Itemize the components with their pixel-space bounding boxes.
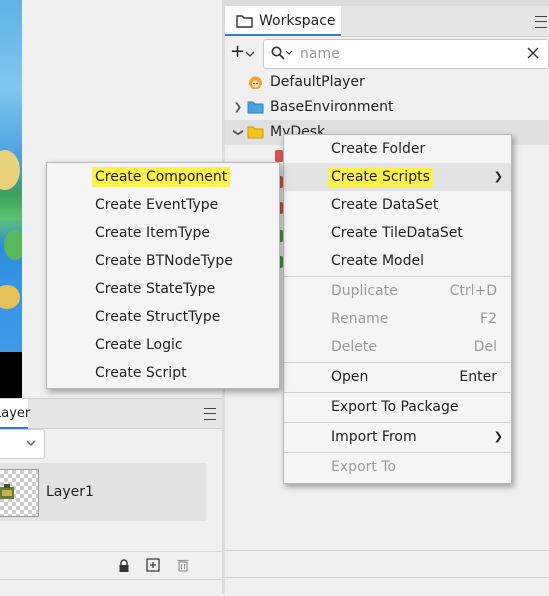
hamburger-icon	[204, 408, 216, 420]
add-layer-icon[interactable]	[146, 558, 160, 572]
menu-item-create-model[interactable]: Create Model	[284, 247, 511, 275]
menu-item-create-tiledataset[interactable]: Create TileDataSet	[284, 219, 511, 247]
menu-item-label: Create Folder	[331, 141, 426, 157]
folder-blue-icon	[247, 101, 264, 114]
menu-item-create-dataset[interactable]: Create DataSet	[284, 191, 511, 219]
context-menu: Create Folder Create Scripts ❯ Create Da…	[283, 134, 512, 484]
chevron-down-icon	[245, 51, 255, 57]
add-icon: +	[230, 41, 246, 62]
menu-item-label: Export To Package	[331, 399, 459, 415]
menu-item-create-folder[interactable]: Create Folder	[284, 135, 511, 163]
layer-row[interactable]: Layer1	[0, 463, 206, 521]
layer-panel-header	[28, 399, 222, 429]
menu-item-label: Create EventType	[95, 197, 219, 213]
menu-item-export-to[interactable]: Export To	[284, 453, 511, 481]
tree-item-baseenvironment[interactable]: ❯ BaseEnvironment	[225, 95, 549, 120]
child-item-icon	[275, 150, 283, 162]
menu-item-duplicate[interactable]: Duplicate Ctrl+D	[284, 277, 511, 305]
layer-filter-dropdown[interactable]	[0, 429, 45, 459]
menu-item-label: Import From	[331, 429, 417, 445]
menu-item-import-from[interactable]: Import From ❯	[284, 423, 511, 451]
tree-item-label: DefaultPlayer	[270, 74, 365, 90]
submenu-item-create-itemtype[interactable]: Create ItemType	[47, 219, 279, 247]
menu-item-shortcut: Ctrl+D	[449, 283, 497, 299]
divider	[225, 577, 549, 578]
menu-item-label: Create Model	[331, 253, 425, 269]
submenu-arrow-icon: ❯	[493, 170, 503, 183]
folder-yellow-icon	[247, 126, 264, 139]
menu-item-label: Create Component	[92, 167, 231, 187]
hamburger-icon	[535, 16, 547, 28]
add-button[interactable]: +	[230, 41, 258, 65]
menu-item-label: Create StructType	[95, 309, 221, 325]
menu-item-label: Open	[331, 369, 369, 385]
workspace-header	[341, 6, 549, 37]
layer-panel: Layer Layer1	[0, 398, 222, 596]
clear-search-icon[interactable]	[527, 47, 539, 59]
workspace-tab-label: Workspace	[259, 13, 336, 29]
tree-item-label: BaseEnvironment	[270, 99, 394, 115]
layer-toolbar	[0, 551, 222, 580]
submenu-arrow-icon: ❯	[493, 430, 503, 443]
expand-arrow-icon[interactable]: ❯	[233, 95, 243, 120]
menu-item-label: Create DataSet	[331, 197, 439, 213]
map-canvas[interactable]	[0, 0, 22, 352]
layer-name: Layer1	[46, 484, 94, 500]
player-icon	[249, 76, 262, 89]
menu-item-label: Create ItemType	[95, 225, 210, 241]
search-icon[interactable]	[271, 46, 285, 60]
menu-item-label: Create TileDataSet	[331, 225, 463, 241]
menu-item-label: Create BTNodeType	[95, 253, 233, 269]
submenu-item-create-structtype[interactable]: Create StructType	[47, 303, 279, 331]
tab-layer[interactable]: Layer	[0, 399, 31, 429]
tab-workspace[interactable]: Workspace	[225, 6, 341, 36]
workspace-statusbar	[225, 550, 549, 595]
submenu-item-create-eventtype[interactable]: Create EventType	[47, 191, 279, 219]
menu-item-label: Delete	[331, 339, 377, 355]
menu-item-label: Create Logic	[95, 337, 183, 353]
active-tab-indicator	[225, 34, 341, 36]
menu-item-open[interactable]: Open Enter	[284, 363, 511, 391]
menu-item-shortcut: Enter	[459, 369, 497, 385]
layer-panel-statusbar	[0, 579, 222, 596]
scripts-submenu: Create Component Create EventType Create…	[46, 162, 280, 389]
trash-icon[interactable]	[177, 558, 189, 572]
folder-outline-icon	[236, 15, 253, 28]
layer-thumbnail	[0, 469, 39, 517]
menu-item-label: Export To	[331, 459, 397, 475]
menu-item-label: Duplicate	[331, 283, 398, 299]
canvas-void	[0, 352, 22, 398]
menu-item-label: Create Script	[95, 365, 187, 381]
search-box[interactable]	[263, 39, 549, 69]
menu-item-label: Create StateType	[95, 281, 216, 297]
menu-item-create-scripts[interactable]: Create Scripts ❯	[284, 163, 511, 191]
layer-list-scrollbar[interactable]	[206, 463, 222, 551]
menu-item-export-to-package[interactable]: Export To Package	[284, 393, 511, 421]
tree-item-defaultplayer[interactable]: DefaultPlayer	[225, 70, 549, 95]
menu-item-shortcut: F2	[480, 311, 497, 327]
lock-icon[interactable]	[118, 559, 130, 573]
menu-item-label: Create Scripts	[328, 167, 433, 187]
submenu-item-create-component[interactable]: Create Component	[47, 163, 279, 191]
menu-item-label: Rename	[331, 311, 389, 327]
submenu-item-create-btnodetype[interactable]: Create BTNodeType	[47, 247, 279, 275]
search-options-chevron-icon[interactable]	[285, 50, 293, 56]
menu-item-rename[interactable]: Rename F2	[284, 305, 511, 333]
submenu-item-create-statetype[interactable]: Create StateType	[47, 275, 279, 303]
chevron-down-icon	[26, 440, 36, 446]
submenu-item-create-logic[interactable]: Create Logic	[47, 331, 279, 359]
search-input[interactable]	[298, 43, 522, 65]
layer-tab-label: Layer	[0, 406, 31, 421]
submenu-item-create-script[interactable]: Create Script	[47, 359, 279, 387]
menu-item-shortcut: Del	[473, 339, 497, 355]
menu-item-delete[interactable]: Delete Del	[284, 333, 511, 361]
layer-preview-image	[0, 484, 14, 499]
